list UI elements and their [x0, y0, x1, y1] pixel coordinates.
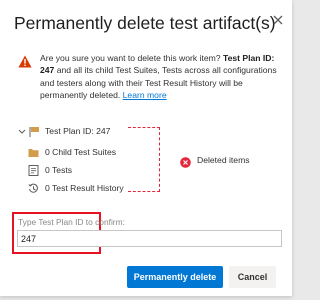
- dialog-title: Permanently delete test artifact(s): [14, 13, 276, 33]
- tests-label: 0 Tests: [45, 165, 73, 175]
- confirm-label: Type Test Plan ID to confirm:: [18, 217, 125, 227]
- confirm-plan-id-input[interactable]: [17, 230, 282, 247]
- child-suites-label: 0 Child Test Suites: [45, 147, 117, 157]
- deleted-items-label: Deleted items: [197, 155, 250, 165]
- history-icon: [28, 182, 39, 199]
- chevron-down-icon[interactable]: [18, 125, 26, 142]
- tree-root-label: Test Plan ID: 247: [45, 126, 111, 136]
- close-icon[interactable]: [268, 10, 288, 30]
- test-plan-icon: [29, 125, 40, 142]
- warning-icon: [18, 55, 32, 68]
- folder-icon: [28, 146, 39, 163]
- deleted-items-bracket: [128, 127, 160, 192]
- delete-dialog: Permanently delete test artifact(s) Are …: [0, 0, 292, 296]
- permanently-delete-button[interactable]: Permanently delete: [127, 266, 223, 288]
- delete-x-icon: [180, 155, 191, 168]
- learn-more-link[interactable]: Learn more: [123, 90, 167, 100]
- cancel-button[interactable]: Cancel: [229, 266, 276, 288]
- warning-message: Are you sure you want to delete this wor…: [40, 52, 280, 101]
- test-case-icon: [28, 164, 39, 181]
- warning-text-1: Are you sure you want to delete this wor…: [40, 53, 223, 63]
- result-history-label: 0 Test Result History: [45, 183, 124, 193]
